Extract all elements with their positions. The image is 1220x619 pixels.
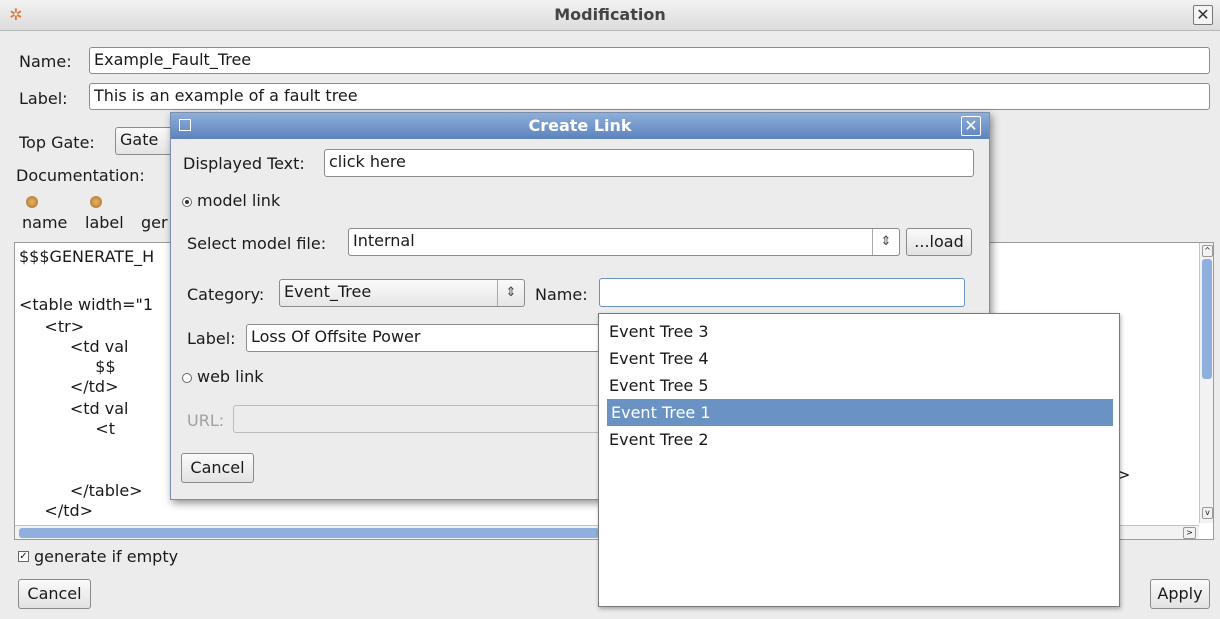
name-label: Name: — [535, 285, 588, 304]
apply-button[interactable]: Apply — [1150, 579, 1210, 609]
scroll-up-icon[interactable]: ^ — [1202, 245, 1213, 257]
category-value: Event_Tree — [284, 282, 372, 301]
model-file-select[interactable]: Internal ⇕ — [348, 228, 900, 256]
code-line: <tr> — [19, 317, 85, 336]
load-button[interactable]: ...load — [906, 228, 972, 256]
label-input[interactable]: Loss Of Offsite Power — [246, 324, 606, 352]
code-line: <td val — [19, 399, 129, 418]
dropdown-item[interactable]: Event Tree 2 — [599, 426, 1113, 453]
name-combo-input[interactable] — [599, 278, 965, 307]
url-input[interactable] — [233, 405, 613, 433]
label-input[interactable]: This is an example of a fault tree — [89, 83, 1210, 110]
category-select[interactable]: Event_Tree ⇕ — [279, 279, 525, 307]
cancel-button[interactable]: Cancel — [18, 579, 91, 609]
web-link-radio[interactable] — [182, 373, 192, 383]
name-label: Name: — [19, 52, 72, 71]
scroll-down-icon[interactable]: v — [1202, 507, 1213, 519]
code-line: <table width="1 — [19, 295, 154, 314]
spinner-icon[interactable]: ⇕ — [497, 280, 524, 306]
dialog-close-icon[interactable]: ✕ — [961, 116, 981, 136]
scroll-thumb[interactable] — [19, 528, 599, 538]
spinner-icon[interactable]: ⇕ — [872, 229, 899, 255]
toolbar-generate-button[interactable]: ger — [141, 213, 168, 232]
code-line: $$ — [19, 357, 116, 376]
label-label: Label: — [19, 89, 68, 108]
name-input[interactable]: Example_Fault_Tree — [89, 47, 1210, 74]
top-gate-label: Top Gate: — [19, 133, 95, 152]
window-title: Modification — [554, 5, 666, 24]
code-line: </td> — [19, 377, 119, 396]
code-line: <td val — [19, 337, 129, 356]
close-icon[interactable]: ✕ — [1193, 5, 1213, 25]
dropdown-item[interactable]: Event Tree 3 — [599, 318, 1113, 345]
generate-if-empty-label: generate if empty — [34, 547, 179, 566]
dropdown-item[interactable]: Event Tree 4 — [599, 345, 1113, 372]
toolbar-label-button[interactable]: label — [85, 213, 124, 232]
displayed-text-label: Displayed Text: — [183, 154, 305, 173]
dialog-title: Create Link — [528, 116, 632, 135]
select-model-file-label: Select model file: — [187, 234, 327, 253]
vertical-scrollbar[interactable]: ^ v — [1199, 243, 1213, 523]
web-link-label: web link — [197, 367, 264, 386]
dropdown-item-selected[interactable]: Event Tree 1 — [607, 399, 1113, 426]
scroll-right-icon[interactable]: > — [1183, 527, 1196, 539]
model-link-label: model link — [197, 191, 281, 210]
dialog-titlebar: Create Link ✕ — [171, 113, 989, 139]
code-line: </td> — [19, 501, 94, 520]
label-label: Label: — [187, 329, 236, 348]
gear-icon[interactable] — [90, 196, 102, 208]
model-link-radio[interactable] — [182, 197, 192, 207]
documentation-label: Documentation: — [16, 166, 145, 185]
category-label: Category: — [187, 285, 265, 304]
url-label: URL: — [187, 411, 225, 430]
scroll-thumb[interactable] — [1202, 259, 1212, 379]
model-file-value: Internal — [353, 231, 415, 250]
dropdown-item[interactable]: Event Tree 5 — [599, 372, 1113, 399]
code-line: </table> — [19, 481, 143, 500]
generate-if-empty-checkbox[interactable]: ✓ — [18, 551, 29, 562]
name-dropdown-list: Event Tree 3 Event Tree 4 Event Tree 5 E… — [598, 313, 1120, 607]
code-line: <t — [19, 419, 115, 438]
toolbar-name-button[interactable]: name — [22, 213, 67, 232]
displayed-text-input[interactable]: click here — [324, 149, 974, 177]
dialog-cancel-button[interactable]: Cancel — [181, 453, 254, 483]
window-titlebar: ✲ Modification ✕ — [0, 0, 1220, 31]
gear-icon[interactable] — [26, 196, 38, 208]
code-line: $$$GENERATE_H — [19, 247, 155, 266]
